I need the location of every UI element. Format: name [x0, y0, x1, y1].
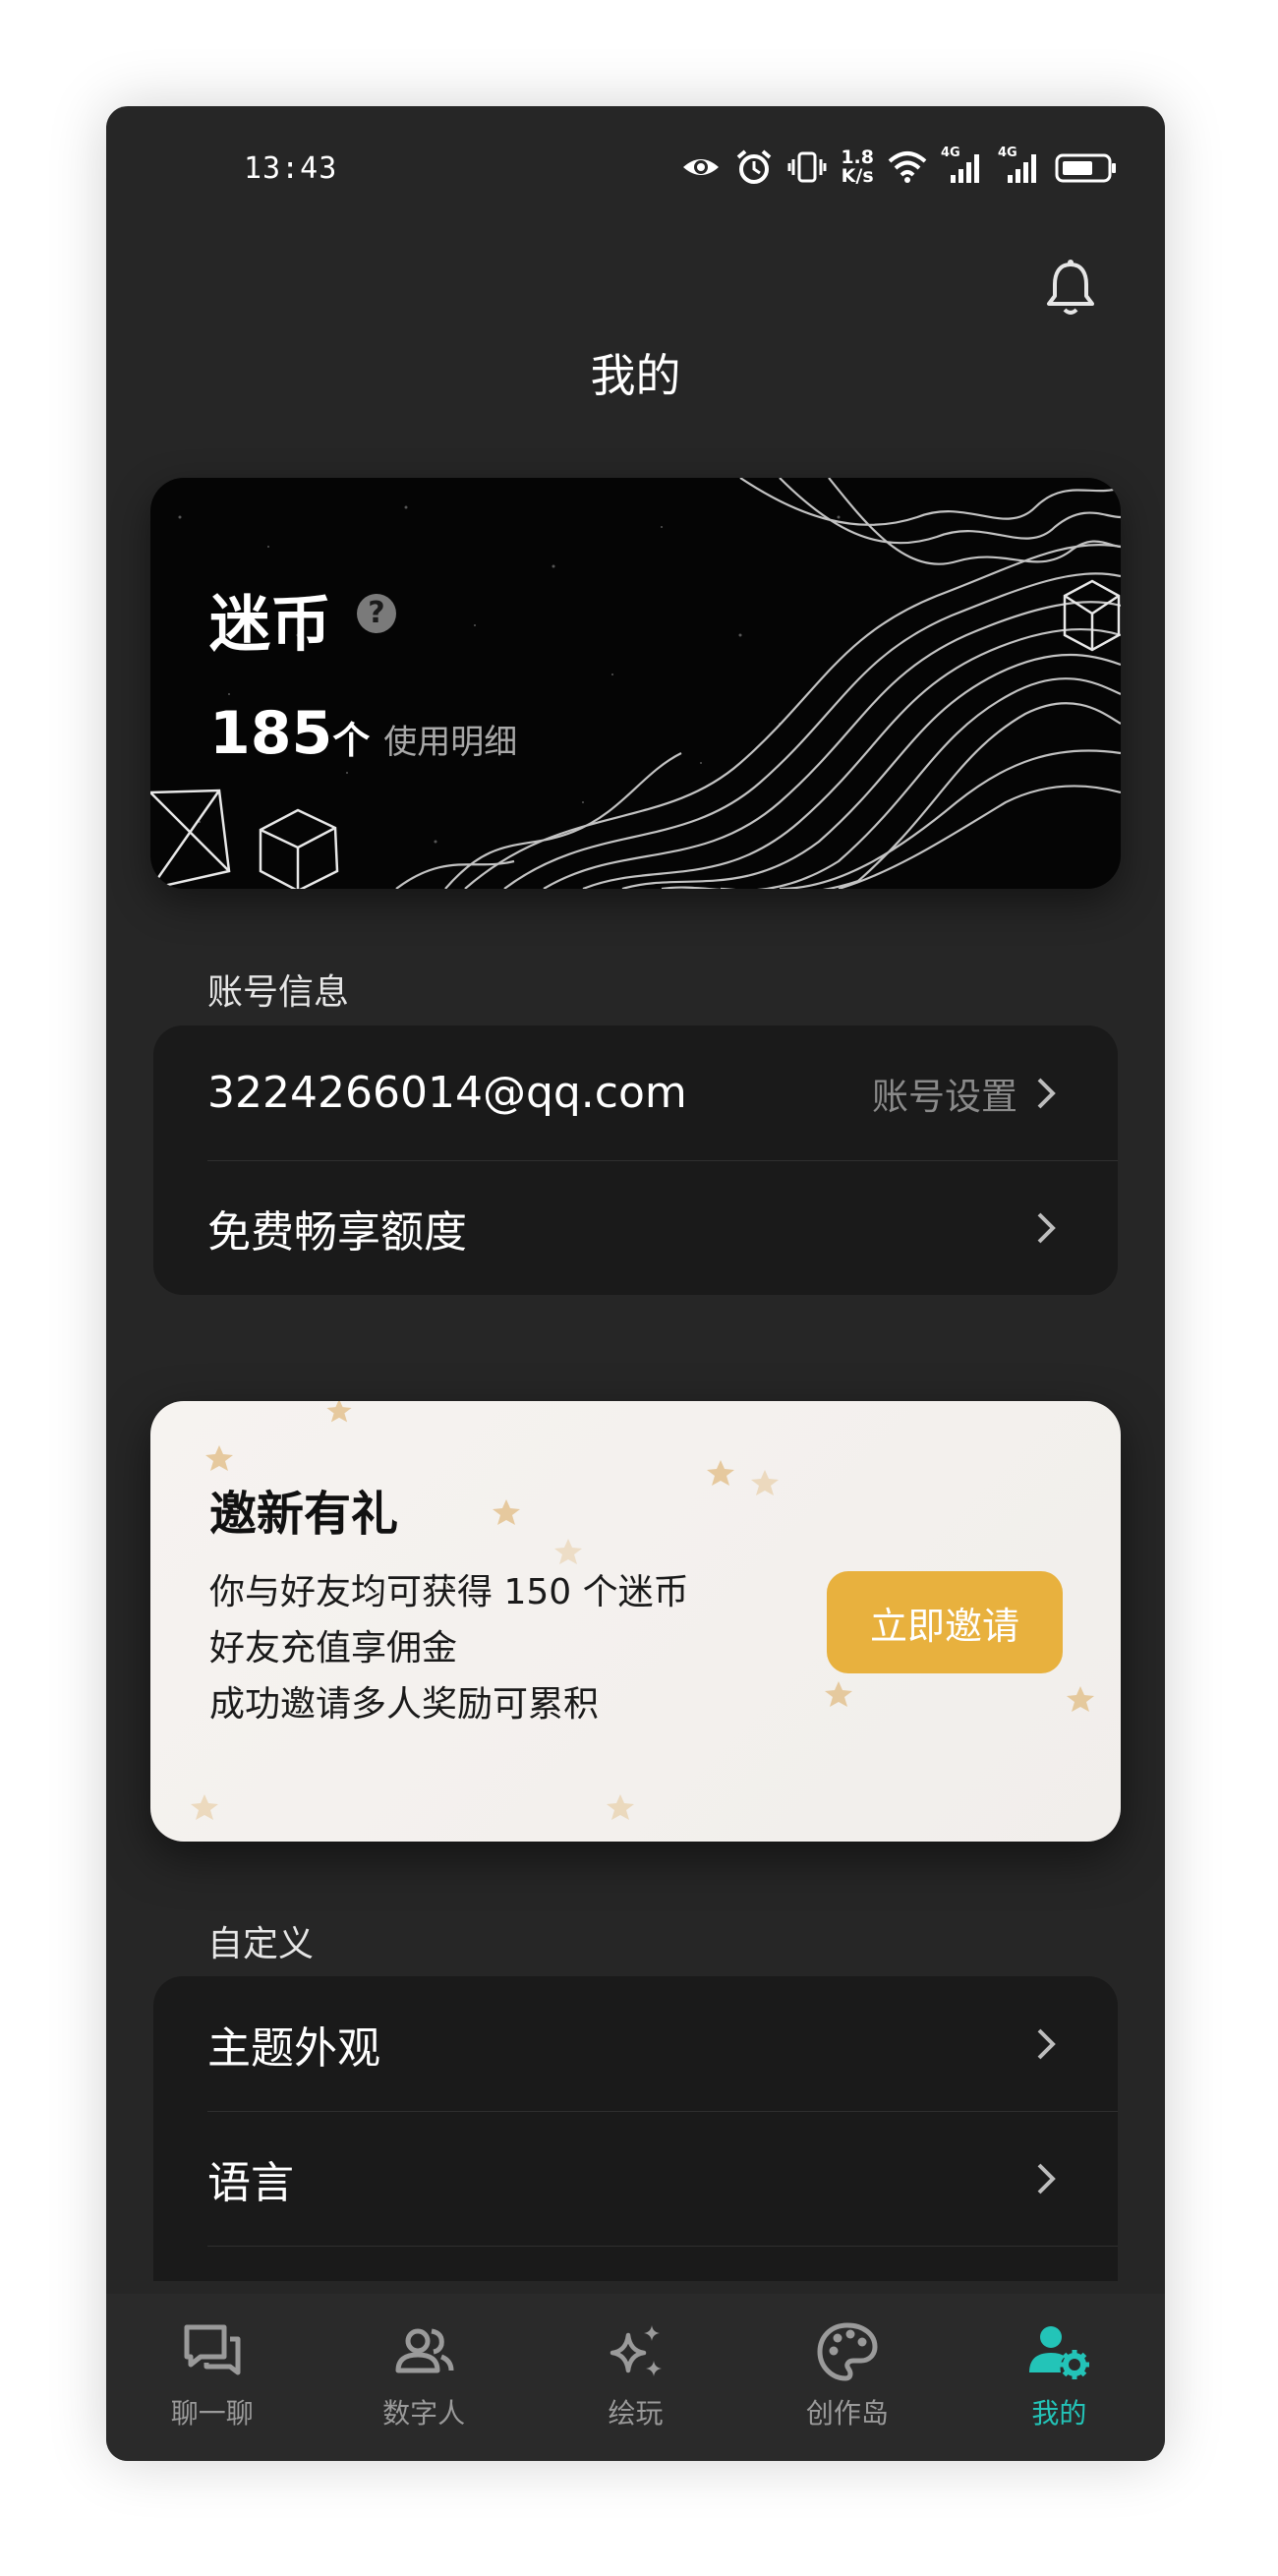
tab-label: 聊一聊: [170, 2397, 254, 2430]
coin-unit: 个: [332, 719, 371, 762]
signal-icon: 4G: [998, 146, 1041, 185]
invite-line: 好友充值享佣金: [209, 1628, 458, 1669]
eye-icon: [683, 159, 720, 175]
wifi-icon: [888, 151, 927, 183]
phone-screen: 13:43 1.8 K/s 4G 4G 我的 迷币 ? 185 个 使用明细 账…: [106, 106, 1165, 2461]
people-icon: [395, 2328, 454, 2373]
coin-amount: 185: [209, 699, 333, 768]
chat-icon: [184, 2324, 241, 2375]
alarm-icon: [737, 149, 772, 184]
tab-bar: 聊一聊 数字人 绘玩 创作岛 我的: [106, 2294, 1165, 2461]
tab-label: 我的: [1031, 2397, 1087, 2430]
tab-label: 数字人: [382, 2397, 466, 2430]
chevron-right-icon: [1037, 2163, 1056, 2194]
tab-draw-play[interactable]: 绘玩: [530, 2294, 741, 2461]
invite-line: 成功邀请多人奖励可累积: [209, 1684, 600, 1725]
account-email: 3224266014@qq.com: [207, 1068, 687, 1118]
status-time: 13:43: [244, 151, 338, 186]
account-email-row[interactable]: 3224266014@qq.com 账号设置: [153, 1025, 1118, 1160]
account-section-label: 账号信息: [207, 972, 350, 1013]
sparkle-icon: [610, 2325, 662, 2376]
invite-title: 邀新有礼: [209, 1487, 399, 1542]
page-title: 我的: [590, 349, 681, 402]
tab-mine[interactable]: 我的: [954, 2294, 1165, 2461]
usage-detail-link[interactable]: 使用明细: [383, 715, 517, 763]
language-row[interactable]: 语言: [153, 2111, 1118, 2246]
invite-now-button[interactable]: 立即邀请: [827, 1571, 1063, 1673]
account-card: 3224266014@qq.com 账号设置 免费畅享额度: [153, 1025, 1118, 1295]
vibrate-icon: [787, 151, 827, 183]
net-speed-unit: K/s: [841, 165, 874, 187]
account-settings-hint: 账号设置: [872, 1075, 1017, 1118]
custom-section-label: 自定义: [207, 1924, 315, 1964]
chevron-right-icon: [1037, 2028, 1056, 2059]
contour-background: [150, 478, 1121, 889]
free-quota-label: 免费畅享额度: [207, 1206, 467, 1258]
custom-card: 主题外观 语言: [153, 1976, 1118, 2281]
tab-creation-island[interactable]: 创作岛: [741, 2294, 953, 2461]
tab-label: 绘玩: [608, 2397, 664, 2430]
status-icons: 1.8 K/s 4G 4G: [681, 146, 1118, 187]
user-settings-icon: [1029, 2326, 1090, 2379]
tab-label: 创作岛: [805, 2397, 889, 2430]
free-quota-row[interactable]: 免费畅享额度: [153, 1160, 1118, 1295]
help-icon[interactable]: ?: [357, 594, 396, 633]
language-label: 语言: [207, 2157, 294, 2208]
tab-digital-human[interactable]: 数字人: [318, 2294, 529, 2461]
tab-chat[interactable]: 聊一聊: [106, 2294, 318, 2461]
coin-balance-row: 185 个 使用明细: [209, 699, 517, 768]
bell-icon[interactable]: [1043, 259, 1098, 320]
list-item[interactable]: [153, 2246, 1118, 2281]
invite-card[interactable]: 邀新有礼 你与好友均可获得 150 个迷币 好友充值享佣金 成功邀请多人奖励可累…: [150, 1401, 1121, 1842]
coin-card[interactable]: 迷币 ? 185 个 使用明细: [150, 478, 1121, 889]
coin-title: 迷币: [209, 588, 332, 660]
palette-icon: [817, 2322, 878, 2381]
battery-icon: [1055, 153, 1116, 183]
net-speed: 1.8 K/s: [841, 148, 874, 186]
invite-line: 你与好友均可获得 150 个迷币: [209, 1572, 689, 1612]
signal-icon: 4G: [941, 146, 984, 185]
chevron-right-icon: [1037, 1212, 1056, 1243]
theme-label: 主题外观: [207, 2022, 380, 2074]
theme-row[interactable]: 主题外观: [153, 1976, 1118, 2111]
chevron-right-icon: [1037, 1078, 1056, 1108]
